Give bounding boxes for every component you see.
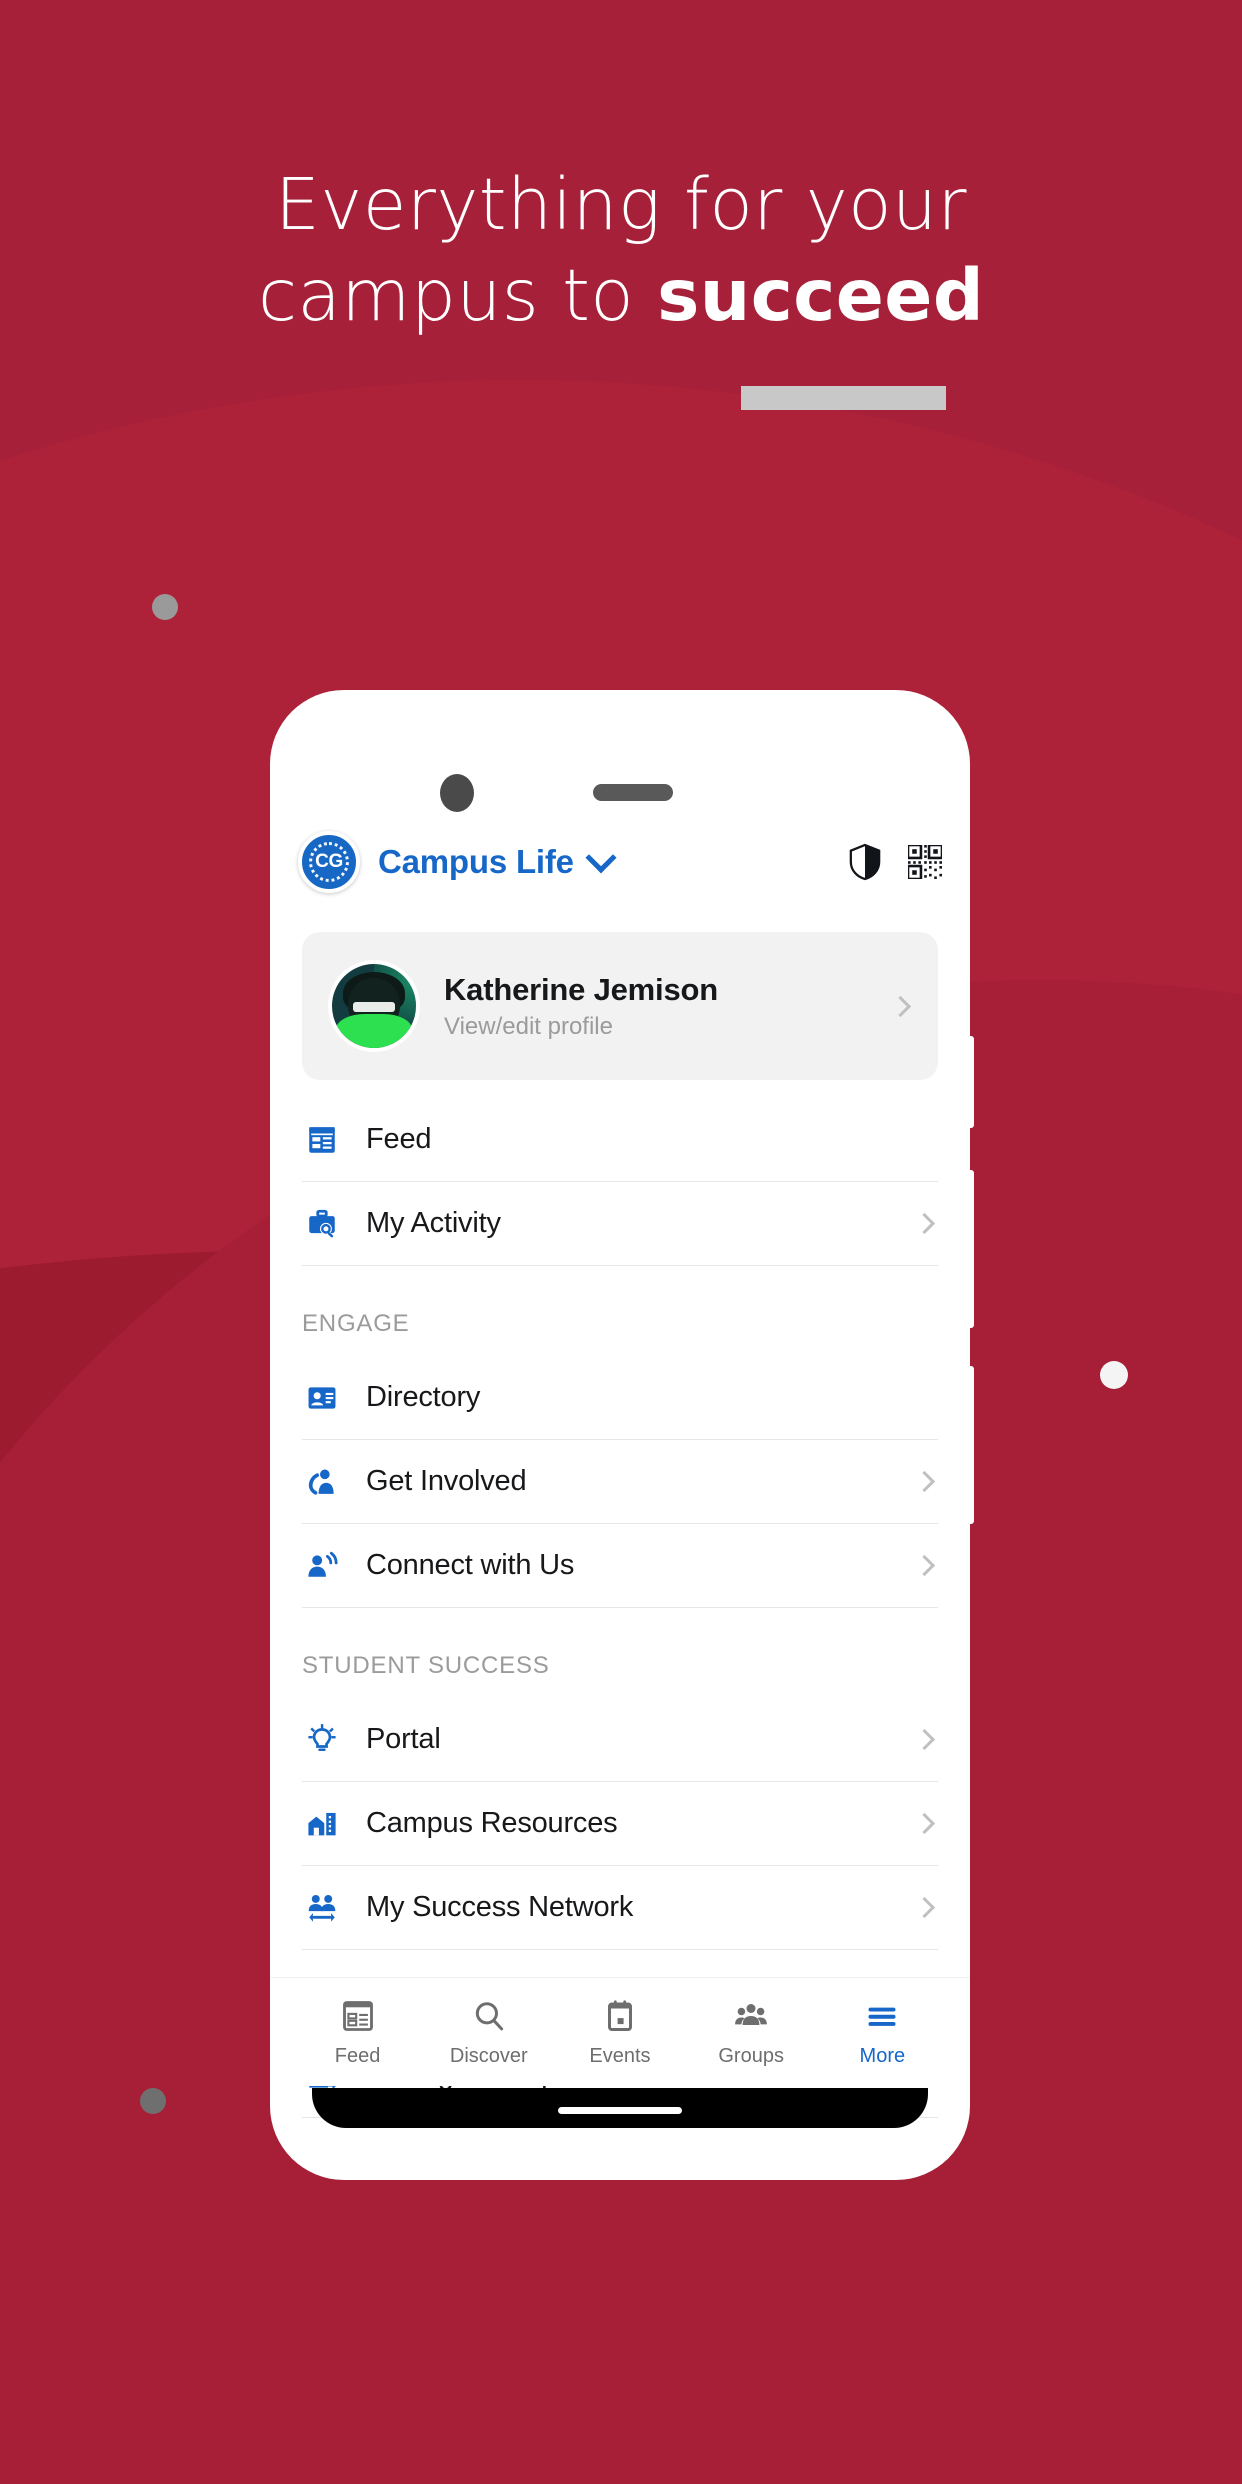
menu-item-portal[interactable]: Portal (302, 1698, 938, 1782)
tab-more[interactable]: More (823, 1996, 941, 2068)
menu-item-label: Portal (366, 1723, 441, 1755)
avatar-jacket (336, 1014, 412, 1048)
menu-item-my-activity[interactable]: My Activity (302, 1182, 938, 1266)
chevron-right-icon (889, 995, 912, 1017)
brand-name[interactable]: Campus Life (378, 843, 574, 881)
menu-item-label: Get Involved (366, 1465, 527, 1497)
menu-item-label: Feed (366, 1123, 432, 1155)
headline-line-2: campus to succeed (0, 251, 1242, 342)
feed-icon (302, 1120, 342, 1160)
building-home-icon (302, 1804, 342, 1844)
tab-label: More (859, 2045, 906, 2067)
profile-text: Katherine Jemison View/edit profile (444, 972, 893, 1041)
shield-icon[interactable] (848, 843, 882, 881)
earpiece-speaker (593, 784, 673, 801)
calendar-icon (602, 1996, 638, 2036)
headline-line-2-plain: campus to (257, 253, 658, 337)
bottom-tab-bar: Feed Discover Events Groups More (270, 1978, 970, 2086)
chevron-right-icon (913, 1470, 936, 1493)
logo-text: CG (315, 851, 343, 872)
briefcase-search-icon (302, 1204, 342, 1244)
menu-item-label: Connect with Us (366, 1549, 575, 1581)
tab-label: Groups (718, 2045, 784, 2067)
chevron-right-icon (913, 1812, 936, 1835)
tab-events[interactable]: Events (561, 1996, 679, 2068)
headline-emphasis: succeed (657, 253, 985, 337)
menu-item-feed[interactable]: Feed (302, 1098, 938, 1182)
people-icon (733, 1996, 769, 2036)
person-raised-hand-icon (302, 1462, 342, 1502)
search-icon (471, 1996, 507, 2036)
tab-label: Feed (334, 2045, 381, 2067)
decorative-dot-left-top (152, 594, 178, 620)
chevron-right-icon (913, 1212, 936, 1235)
headline-underline-bar (741, 386, 946, 410)
menu-item-label: My Activity (366, 1207, 501, 1239)
contact-card-icon (302, 1378, 342, 1418)
avatar-glasses (353, 1002, 395, 1012)
menu-item-connect-with-us[interactable]: Connect with Us (302, 1524, 938, 1608)
campus-groups-logo-icon[interactable]: CG (298, 831, 360, 893)
tab-label: Events (589, 2045, 651, 2067)
menu-item-directory[interactable]: Directory (302, 1356, 938, 1440)
hero-headline: Everything for your campus to succeed (0, 160, 1242, 342)
home-indicator[interactable] (558, 2107, 682, 2114)
chevron-right-icon (913, 1896, 936, 1919)
front-camera-icon (440, 774, 474, 812)
feed-icon (340, 1996, 376, 2036)
menu-item-get-involved[interactable]: Get Involved (302, 1440, 938, 1524)
tab-label: Discover (449, 2045, 528, 2067)
tab-feed[interactable]: Feed (299, 1996, 417, 2068)
phone-top-hardware (270, 730, 970, 812)
tab-discover[interactable]: Discover (430, 1996, 548, 2068)
chevron-right-icon (913, 1728, 936, 1751)
headline-line-1: Everything for your (275, 163, 967, 246)
menu-item-label: Campus Resources (366, 1807, 618, 1839)
chevron-right-icon (913, 1554, 936, 1577)
lightbulb-icon (302, 1720, 342, 1760)
chevron-down-icon[interactable] (585, 842, 617, 874)
section-header-student-success: STUDENT SUCCESS (302, 1652, 550, 1679)
app-header: CG Campus Life (270, 810, 970, 914)
profile-name: Katherine Jemison (444, 971, 718, 1007)
tab-groups[interactable]: Groups (692, 1996, 810, 2068)
decorative-dot-right (1100, 1361, 1128, 1389)
avatar (328, 960, 420, 1052)
more-menu-list: Feed My Activity ENGAGE Directory Get In… (270, 1098, 970, 2118)
phone-mockup: CG Campus Life Katherine Jemison View/ed… (270, 690, 970, 2180)
decorative-dot-left-bottom (140, 2088, 166, 2114)
person-broadcast-icon (302, 1546, 342, 1586)
profile-subtitle: View/edit profile (444, 1012, 613, 1040)
people-network-icon (302, 1888, 342, 1928)
menu-item-label: Directory (366, 1381, 481, 1413)
section-header-engage: ENGAGE (302, 1310, 410, 1337)
profile-card[interactable]: Katherine Jemison View/edit profile (302, 932, 938, 1080)
qr-code-icon[interactable] (908, 845, 942, 879)
menu-item-campus-resources[interactable]: Campus Resources (302, 1782, 938, 1866)
hamburger-icon (864, 1996, 900, 2036)
menu-item-my-success-network[interactable]: My Success Network (302, 1866, 938, 1950)
menu-item-label: My Success Network (366, 1891, 634, 1923)
promo-screenshot: Everything for your campus to succeed CG… (0, 0, 1242, 2484)
